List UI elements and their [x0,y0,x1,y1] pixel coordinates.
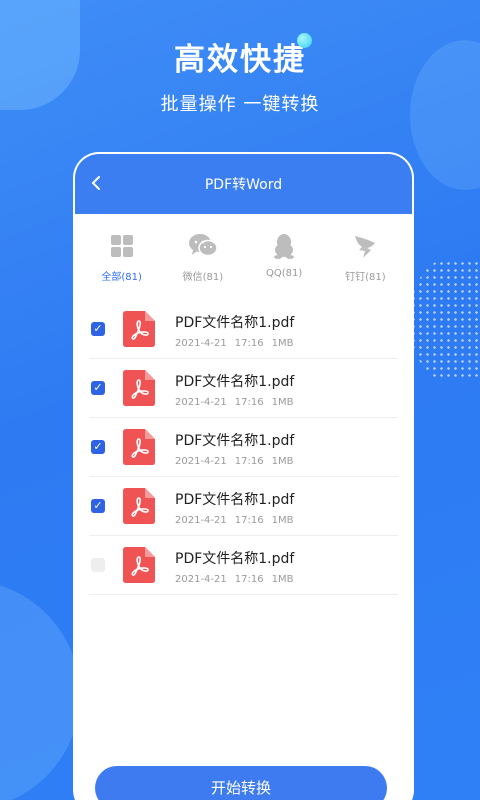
file-list: ✓ PDF文件名称1.pdf 2021-4-21 17:16 1MB ✓ PDF… [89,300,398,595]
tab-label: QQ(81) [265,268,303,279]
checkbox-unchecked[interactable] [91,558,105,572]
list-item[interactable]: ✓ PDF文件名称1.pdf 2021-4-21 17:16 1MB [89,359,398,418]
wechat-icon [168,230,238,262]
file-date: 2021-4-21 [175,456,227,467]
page-title: PDF转Word [204,177,283,193]
file-meta: 2021-4-21 17:16 1MB [175,515,301,526]
list-item[interactable]: ✓ PDF文件名称1.pdf 2021-4-21 17:16 1MB [89,300,398,359]
tab-all[interactable]: 全部(81) [87,230,157,300]
list-item[interactable]: ✓ PDF文件名称1.pdf 2021-4-21 17:16 1MB [89,477,398,536]
pdf-file-icon [123,488,155,524]
tab-label: 全部(81) [101,272,142,283]
pdf-file-icon [123,429,155,465]
start-convert-button[interactable]: 开始转换 [95,766,387,800]
file-name: PDF文件名称1.pdf [175,315,295,331]
file-date: 2021-4-21 [175,574,227,585]
tab-wechat[interactable]: 微信(81) [168,230,238,300]
hero-subtitle: 批量操作 一键转换 [160,94,320,115]
file-meta: 2021-4-21 17:16 1MB [175,397,301,408]
checkbox-checked[interactable]: ✓ [91,322,105,336]
decor-dots [410,260,480,380]
file-size: 1MB [271,338,294,349]
file-time: 17:16 [234,397,264,408]
qq-penguin-icon [249,230,319,262]
file-name: PDF文件名称1.pdf [175,492,295,508]
grid-icon [87,230,157,262]
file-meta: 2021-4-21 17:16 1MB [175,574,301,585]
file-name: PDF文件名称1.pdf [175,551,295,567]
tab-qq[interactable]: QQ(81) [249,230,319,300]
list-item[interactable]: ✓ PDF文件名称1.pdf 2021-4-21 17:16 1MB [89,418,398,477]
file-name: PDF文件名称1.pdf [175,374,295,390]
file-date: 2021-4-21 [175,515,227,526]
hero-title: 高效快捷 [174,42,306,78]
background: 高效快捷 批量操作 一键转换 PDF转Word 全部(81) 微信(81) QQ… [0,0,480,800]
file-size: 1MB [271,397,294,408]
decor-dot [297,33,312,48]
file-time: 17:16 [234,338,264,349]
dingtalk-icon [330,230,400,262]
file-size: 1MB [271,574,294,585]
pdf-file-icon [123,311,155,347]
decor-blob [0,580,80,800]
list-item[interactable]: PDF文件名称1.pdf 2021-4-21 17:16 1MB [89,536,398,595]
file-meta: 2021-4-21 17:16 1MB [175,456,301,467]
checkbox-checked[interactable]: ✓ [91,381,105,395]
pdf-file-icon [123,370,155,406]
file-name: PDF文件名称1.pdf [175,433,295,449]
source-tabs: 全部(81) 微信(81) QQ(81) 钉钉(81) [75,214,412,300]
checkbox-checked[interactable]: ✓ [91,499,105,513]
phone-mockup: PDF转Word 全部(81) 微信(81) QQ(81) 钉钉(81) ✓ P… [73,152,414,800]
pdf-file-icon [123,547,155,583]
checkbox-checked[interactable]: ✓ [91,440,105,454]
file-time: 17:16 [234,574,264,585]
tab-label: 钉钉(81) [345,272,386,283]
tab-label: 微信(81) [182,272,224,283]
file-size: 1MB [271,456,294,467]
file-size: 1MB [271,515,294,526]
file-time: 17:16 [234,456,264,467]
file-date: 2021-4-21 [175,397,227,408]
app-header: PDF转Word [75,154,412,214]
file-time: 17:16 [234,515,264,526]
tab-dingtalk[interactable]: 钉钉(81) [330,230,400,300]
file-meta: 2021-4-21 17:16 1MB [175,338,301,349]
file-date: 2021-4-21 [175,338,227,349]
